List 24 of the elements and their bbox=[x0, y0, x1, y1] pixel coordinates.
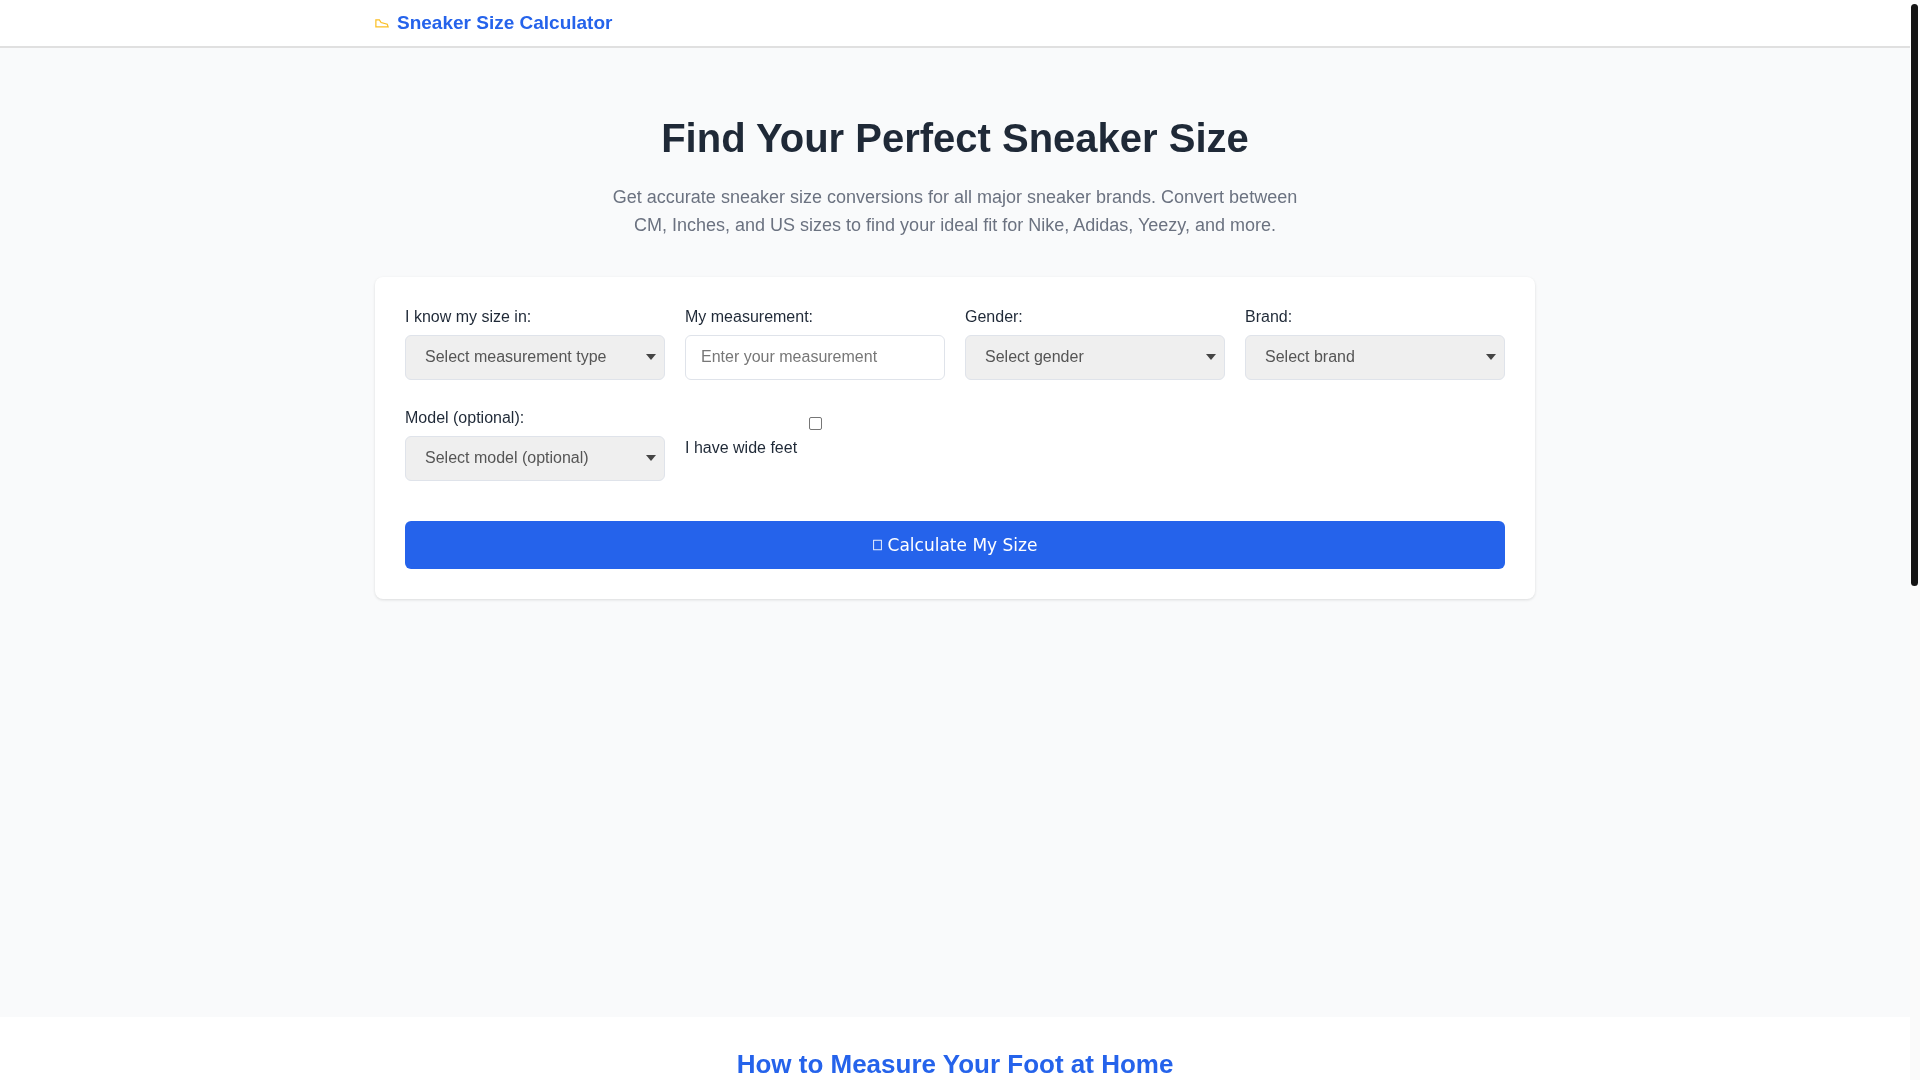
field-label: My measurement: bbox=[685, 306, 815, 326]
caret-icon bbox=[646, 455, 656, 461]
measurement-input[interactable]: Enter your measurement bbox=[685, 334, 945, 380]
caret-icon bbox=[646, 354, 656, 360]
field-label: Gender: bbox=[965, 306, 1024, 326]
page-description: Get accurate sneaker size conversions for all major sneaker brands. Convert between CM, Inches, and US sizes to find your ideal fit for Nike, Adidas, Yeezy, and more. bbox=[611, 185, 1299, 237]
calculate-button[interactable]: Calculate My Size bbox=[405, 520, 1505, 569]
select-dropdown[interactable]: Select brand bbox=[1245, 334, 1505, 380]
checkbox-label: I have wide feet bbox=[685, 438, 798, 457]
scrollbar[interactable] bbox=[1910, 0, 1920, 1080]
scrollbar-thumb[interactable] bbox=[1911, 4, 1918, 586]
field-label: I know my size in: bbox=[405, 306, 533, 326]
caret-icon bbox=[1206, 354, 1216, 360]
checkbox[interactable] bbox=[808, 416, 822, 430]
site-title-link[interactable]: Sneaker Size Calculator bbox=[397, 11, 613, 34]
select-dropdown[interactable]: Select measurement type bbox=[405, 334, 665, 380]
page-heading: Find Your Perfect Sneaker Size bbox=[661, 115, 1249, 161]
select-dropdown[interactable]: Select gender bbox=[965, 334, 1225, 380]
field-label: Brand: bbox=[1245, 306, 1294, 326]
field-label: Model (optional): bbox=[405, 407, 526, 427]
caret-icon bbox=[1486, 354, 1496, 360]
shoe-icon bbox=[375, 17, 389, 29]
section-heading: How to Measure Your Foot at Home bbox=[736, 1049, 1174, 1080]
select-dropdown[interactable]: Select model (optional) bbox=[405, 435, 665, 481]
